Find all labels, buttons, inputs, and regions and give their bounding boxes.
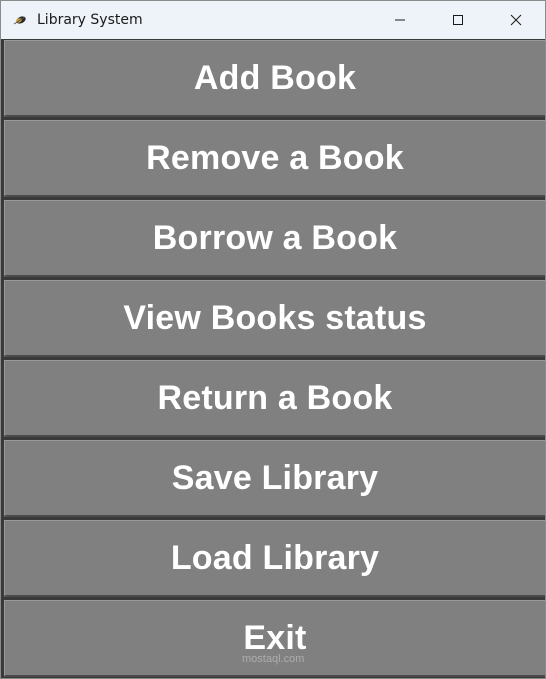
watermark: mostaql.com: [242, 653, 305, 665]
maximize-icon: [453, 15, 463, 25]
return-book-button[interactable]: Return a Book: [4, 360, 545, 437]
app-window: Library System Add Book Remove a Book Bo…: [0, 0, 546, 679]
feather-icon: [12, 12, 28, 28]
maximize-button[interactable]: [429, 1, 487, 39]
remove-book-button[interactable]: Remove a Book: [4, 120, 545, 197]
window-title: Library System: [37, 12, 143, 28]
load-library-button[interactable]: Load Library: [4, 520, 545, 597]
save-library-button[interactable]: Save Library: [4, 440, 545, 517]
window-controls: [371, 1, 545, 39]
close-icon: [510, 14, 522, 26]
close-button[interactable]: [487, 1, 545, 39]
exit-button[interactable]: Exit: [4, 600, 545, 677]
minimize-icon: [395, 19, 405, 21]
add-book-button[interactable]: Add Book: [4, 40, 545, 117]
view-books-status-button[interactable]: View Books status: [4, 280, 545, 357]
minimize-button[interactable]: [371, 1, 429, 39]
title-bar[interactable]: Library System: [1, 1, 545, 39]
borrow-book-button[interactable]: Borrow a Book: [4, 200, 545, 277]
